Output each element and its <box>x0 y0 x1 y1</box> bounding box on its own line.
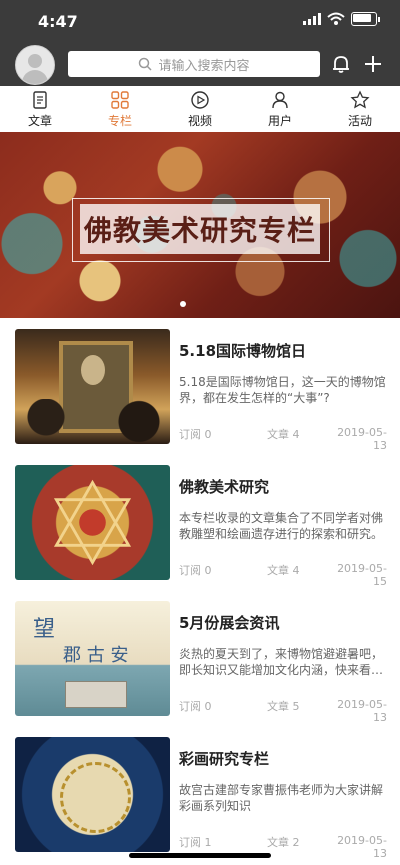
tab-activities[interactable]: 活动 <box>320 86 400 132</box>
item-thumbnail <box>15 465 170 580</box>
item-meta: 订阅 0 文章 4 2019-05-15 <box>179 562 387 588</box>
home-indicator[interactable] <box>129 853 271 858</box>
tab-label: 用户 <box>267 113 292 128</box>
item-date: 2019-05-13 <box>337 426 387 452</box>
document-icon <box>33 90 47 109</box>
banner-carousel[interactable]: 佛教美术研究专栏 <box>0 132 400 318</box>
thumbnail-text: 望 <box>33 617 56 642</box>
article-count: 文章 5 <box>267 700 300 713</box>
bell-icon[interactable] <box>330 53 352 75</box>
plus-icon[interactable] <box>362 53 384 75</box>
search-placeholder: 请输入搜索内容 <box>158 58 250 74</box>
tab-label: 文章 <box>27 113 52 128</box>
item-title: 5月份展会资讯 <box>179 614 280 632</box>
avatar[interactable] <box>15 45 55 85</box>
subscribe-count: 订阅 0 <box>179 564 212 577</box>
item-meta: 订阅 0 文章 5 2019-05-13 <box>179 698 387 724</box>
tab-videos[interactable]: 视频 <box>160 86 240 132</box>
list-item[interactable]: 望 郡 古 安 5月份展会资讯 炎热的夏天到了，来博物馆避避暑吧，即长知识又能增… <box>0 590 400 727</box>
tab-label: 专栏 <box>107 113 132 128</box>
tab-users[interactable]: 用户 <box>240 86 320 132</box>
tab-label: 活动 <box>347 113 372 128</box>
item-thumbnail: 望 郡 古 安 <box>15 601 170 716</box>
item-description: 5.18是国际博物馆日，这一天的博物馆界，都在发生怎样的“大事”? <box>179 375 386 405</box>
item-thumbnail <box>15 329 170 444</box>
item-description: 故宫古建部专家曹振伟老师为大家讲解彩画系列知识 <box>179 783 384 813</box>
status-icons <box>303 12 380 26</box>
tab-label: 视频 <box>187 113 212 128</box>
item-thumbnail <box>15 737 170 852</box>
item-description: 炎热的夏天到了，来博物馆避避暑吧，即长知识又能增加文化内涵，快来看… <box>179 647 384 677</box>
signal-icon <box>303 13 321 25</box>
article-count: 文章 2 <box>267 836 300 849</box>
tab-columns[interactable]: 专栏 <box>80 86 160 132</box>
grid-icon <box>111 90 129 109</box>
article-count: 文章 4 <box>267 564 300 577</box>
subscribe-count: 订阅 0 <box>179 700 212 713</box>
item-description: 本专栏收录的文章集合了不同学者对佛教雕塑和绘画遗存进行的探索和研究。 <box>179 511 384 541</box>
top-bar: 4:47 请输入搜索内容 <box>0 0 400 86</box>
article-count: 文章 4 <box>267 428 300 441</box>
item-date: 2019-05-13 <box>337 698 387 724</box>
list-item[interactable]: 彩画研究专栏 故宫古建部专家曹振伟老师为大家讲解彩画系列知识 订阅 1 文章 2… <box>0 726 400 862</box>
tab-bar: 文章 专栏 视频 用户 活动 <box>0 86 400 133</box>
wifi-icon <box>327 12 345 25</box>
banner-title: 佛教美术研究专栏 <box>83 214 316 247</box>
list-item[interactable]: 佛教美术研究 本专栏收录的文章集合了不同学者对佛教雕塑和绘画遗存进行的探索和研究… <box>0 454 400 591</box>
play-icon <box>191 90 209 109</box>
item-title: 彩画研究专栏 <box>179 750 270 768</box>
user-icon <box>272 91 288 108</box>
item-title: 5.18国际博物馆日 <box>179 342 307 360</box>
list-item[interactable]: 5.18国际博物馆日 5.18是国际博物馆日，这一天的博物馆界，都在发生怎样的“… <box>0 318 400 455</box>
carousel-indicator-dot[interactable] <box>180 301 186 307</box>
star-icon <box>350 89 370 108</box>
search-input[interactable]: 请输入搜索内容 <box>68 51 320 77</box>
tab-articles[interactable]: 文章 <box>0 86 80 132</box>
search-icon <box>139 57 153 71</box>
subscribe-count: 订阅 0 <box>179 428 212 441</box>
banner-title-plate: 佛教美术研究专栏 <box>80 204 320 254</box>
thumbnail-text: 郡 古 安 <box>63 645 129 666</box>
item-title: 佛教美术研究 <box>179 478 270 496</box>
item-date: 2019-05-13 <box>337 834 387 860</box>
item-date: 2019-05-15 <box>337 562 387 588</box>
status-time: 4:47 <box>38 12 78 31</box>
item-meta: 订阅 0 文章 4 2019-05-13 <box>179 426 387 452</box>
battery-icon <box>351 12 380 26</box>
